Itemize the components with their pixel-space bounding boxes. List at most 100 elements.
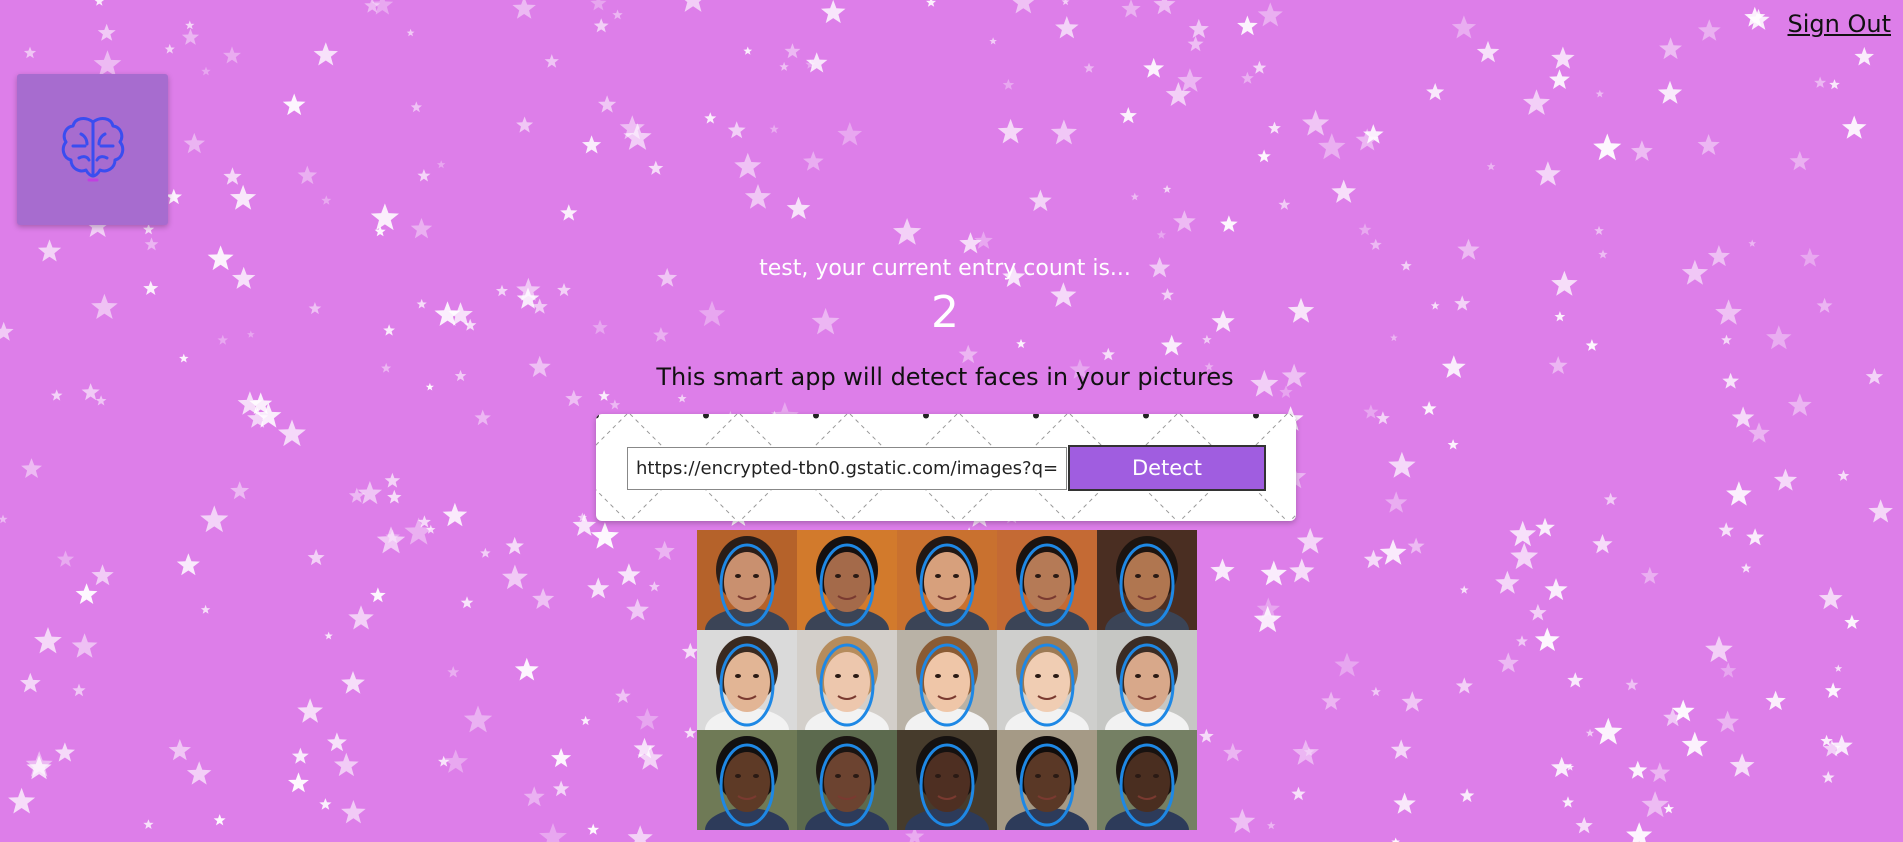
image-url-input[interactable] xyxy=(627,447,1067,490)
star-decoration xyxy=(1143,57,1165,78)
star-decoration xyxy=(50,389,63,401)
star-decoration xyxy=(436,160,446,169)
star-decoration xyxy=(1595,89,1604,98)
star-decoration xyxy=(1603,492,1618,506)
star-decoration xyxy=(560,204,578,221)
star-decoration xyxy=(505,536,524,555)
star-decoration xyxy=(97,23,116,41)
star-decoration xyxy=(523,786,545,807)
star-decoration xyxy=(1187,35,1204,52)
star-decoration xyxy=(1814,76,1827,88)
star-decoration xyxy=(769,124,779,134)
star-decoration xyxy=(1549,69,1570,89)
star-decoration xyxy=(370,203,399,231)
star-decoration xyxy=(893,218,922,245)
star-decoration xyxy=(370,587,386,603)
star-decoration xyxy=(684,0,702,12)
logo[interactable] xyxy=(17,74,168,225)
star-decoration xyxy=(587,823,600,835)
star-decoration xyxy=(648,581,660,592)
entry-count-value: 2 xyxy=(931,287,959,338)
star-decoration xyxy=(1371,686,1381,697)
star-decoration xyxy=(54,742,75,762)
star-decoration xyxy=(34,627,62,654)
star-decoration xyxy=(480,547,491,558)
star-decoration xyxy=(1119,107,1137,124)
star-decoration xyxy=(1585,728,1595,737)
star-decoration xyxy=(1358,223,1372,236)
star-decoration xyxy=(165,188,182,205)
star-decoration xyxy=(514,657,539,681)
star-decoration xyxy=(502,564,528,590)
star-decoration xyxy=(20,672,41,693)
star-decoration xyxy=(1516,635,1528,647)
star-decoration xyxy=(384,472,401,488)
star-decoration xyxy=(200,604,211,614)
star-decoration xyxy=(288,772,309,793)
star-decoration xyxy=(56,550,75,567)
star-decoration xyxy=(582,135,602,154)
star-decoration xyxy=(1822,771,1835,783)
star-decoration xyxy=(348,605,374,630)
star-decoration xyxy=(1697,19,1721,41)
star-decoration xyxy=(1844,614,1860,629)
star-decoration xyxy=(1535,517,1555,537)
star-decoration xyxy=(593,18,609,33)
star-decoration xyxy=(1321,691,1341,710)
star-decoration xyxy=(1459,585,1469,594)
image-url-form: Detect xyxy=(596,414,1296,521)
star-decoration xyxy=(341,671,365,694)
pattern-dot xyxy=(1143,414,1149,419)
star-decoration xyxy=(93,50,122,77)
star-decoration xyxy=(1575,816,1593,834)
star-decoration xyxy=(1083,62,1095,73)
star-decoration xyxy=(1407,537,1425,554)
star-decoration xyxy=(1376,411,1390,425)
star-decoration xyxy=(598,390,610,401)
star-decoration xyxy=(580,715,591,726)
star-decoration xyxy=(997,118,1024,144)
face-cell xyxy=(897,730,997,842)
star-decoration xyxy=(1156,230,1166,239)
star-decoration xyxy=(837,122,863,146)
star-decoration xyxy=(635,708,659,730)
star-decoration xyxy=(144,237,159,251)
star-decoration xyxy=(1729,753,1755,777)
star-decoration xyxy=(1567,672,1584,688)
star-decoration xyxy=(1748,422,1770,443)
star-decoration xyxy=(786,196,811,219)
star-decoration xyxy=(1657,80,1683,104)
star-decoration xyxy=(1535,161,1561,186)
star-decoration xyxy=(1842,115,1867,139)
face-grid xyxy=(697,530,1197,842)
star-decoration xyxy=(1101,347,1115,361)
star-decoration xyxy=(1773,468,1798,491)
star-decoration xyxy=(1747,8,1770,30)
star-decoration xyxy=(744,184,771,209)
star-decoration xyxy=(806,52,828,73)
star-decoration xyxy=(821,0,846,24)
star-decoration xyxy=(1241,71,1254,84)
star-decoration xyxy=(1741,563,1752,573)
star-decoration xyxy=(552,780,570,797)
star-decoration xyxy=(1426,83,1445,101)
sign-out-link[interactable]: Sign Out xyxy=(1788,10,1892,38)
detect-button[interactable]: Detect xyxy=(1068,445,1266,491)
star-decoration xyxy=(590,522,619,549)
entry-count-greeting: test, your current entry count is... xyxy=(759,256,1131,281)
star-decoration xyxy=(23,46,37,59)
star-decoration xyxy=(8,787,36,814)
face-cell xyxy=(797,730,897,842)
star-decoration xyxy=(1509,520,1537,547)
star-decoration xyxy=(410,101,422,113)
star-decoration xyxy=(410,217,433,239)
star-decoration xyxy=(185,20,195,30)
star-decoration xyxy=(327,732,347,752)
pattern-dot xyxy=(813,414,819,419)
star-decoration xyxy=(1379,539,1407,565)
star-decoration xyxy=(1868,499,1893,523)
star-decoration xyxy=(1029,189,1052,212)
star-decoration xyxy=(179,353,189,363)
star-decoration xyxy=(1631,140,1653,161)
star-decoration xyxy=(460,596,474,609)
